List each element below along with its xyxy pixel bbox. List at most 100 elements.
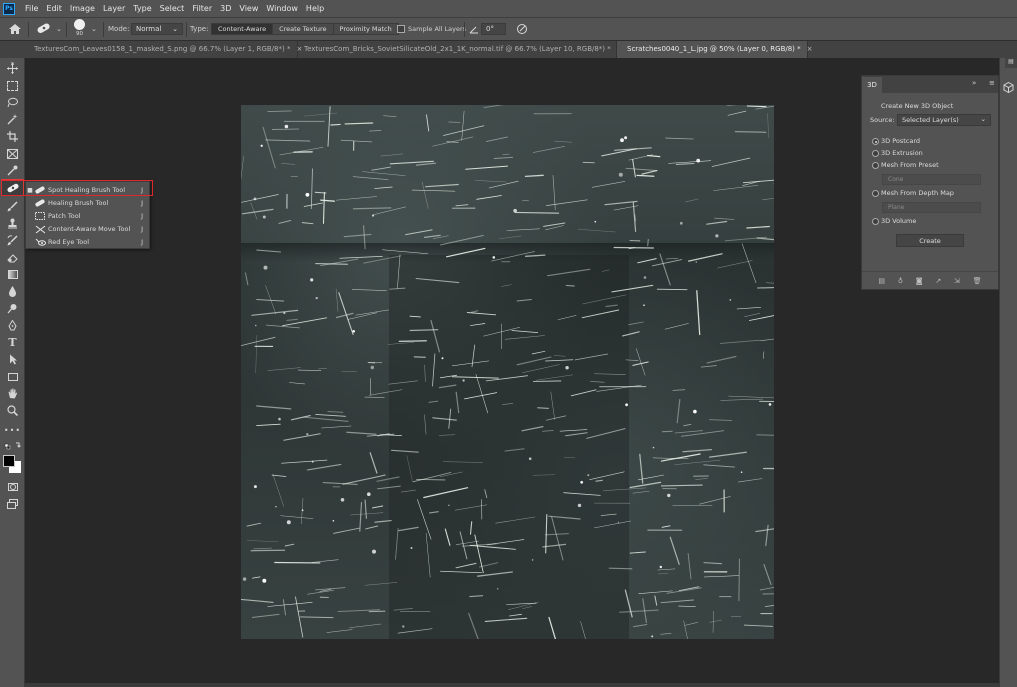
close-icon[interactable]: × <box>807 45 813 53</box>
shortcut-key: J <box>141 212 143 220</box>
eraser-tool-icon[interactable] <box>4 250 21 265</box>
menu-image[interactable]: Image <box>66 0 99 17</box>
eyedropper-tool-icon[interactable] <box>4 163 21 178</box>
panel-menu-icon[interactable]: ≡ <box>989 79 995 87</box>
pressure-size-icon[interactable] <box>516 18 528 40</box>
source-select[interactable]: Selected Layer(s) ⌄ <box>897 114 991 126</box>
camera-icon[interactable]: ◙ <box>916 277 923 285</box>
clone-stamp-tool-icon[interactable] <box>4 216 21 231</box>
depth-map-select: Plane <box>882 202 981 213</box>
quick-mask-icon[interactable] <box>4 479 21 494</box>
shortcut-key: J <box>141 199 143 207</box>
menu-3d[interactable]: 3D <box>216 0 235 17</box>
3d-panel: 3D » ≡ Create New 3D Object Source: Sele… <box>861 75 999 290</box>
menu-help[interactable]: Help <box>302 0 328 17</box>
red-eye-icon <box>34 238 46 247</box>
dodge-tool-icon[interactable] <box>4 301 21 316</box>
rectangle-tool-icon[interactable] <box>4 369 21 384</box>
angle-input[interactable]: 0° <box>481 23 506 35</box>
chevron-down-icon[interactable]: ⌄ <box>91 18 97 40</box>
frame-tool-icon[interactable] <box>4 146 21 161</box>
type-create-texture[interactable]: Create Texture <box>273 23 334 35</box>
collapse-panel-icon[interactable]: » <box>972 79 976 87</box>
spot-healing-brush-icon <box>36 22 52 36</box>
menu-window[interactable]: Window <box>262 0 302 17</box>
radio-3d-volume[interactable] <box>872 218 879 225</box>
tab-label: TexturesCom_Leaves0158_1_masked_S.png @ … <box>34 45 291 53</box>
create-button[interactable]: Create <box>896 234 964 247</box>
type-tool-icon[interactable]: T <box>4 335 21 350</box>
render-icon[interactable]: ↗ <box>935 277 941 285</box>
content-aware-move-icon <box>34 225 46 234</box>
chevron-down-icon: ⌄ <box>56 25 62 33</box>
zoom-tool-icon[interactable] <box>4 403 21 418</box>
mode-select[interactable]: Normal ⌄ <box>131 23 183 35</box>
crop-tool-icon[interactable] <box>4 129 21 144</box>
scene-icon[interactable]: ▤ <box>878 277 885 285</box>
move-tool-icon[interactable] <box>4 61 21 76</box>
shortcut-key: J <box>141 225 143 233</box>
menu-filter[interactable]: Filter <box>188 0 216 17</box>
radio-3d-postcard[interactable] <box>872 138 879 145</box>
chevron-down-icon: ⌄ <box>980 115 986 123</box>
flyout-item-label: Red Eye Tool <box>48 238 90 246</box>
marquee-tool-icon[interactable] <box>4 78 21 93</box>
radio-3d-extrusion[interactable] <box>872 150 879 157</box>
healing-brush-icon <box>34 199 46 208</box>
flyout-item-healing-brush[interactable]: Healing Brush Tool J <box>26 197 149 209</box>
menu-bar: Ps File Edit Image Layer Type Select Fil… <box>0 0 1017 17</box>
type-content-aware[interactable]: Content-Aware <box>211 23 274 35</box>
foreground-color-swatch[interactable] <box>3 455 15 467</box>
menu-select[interactable]: Select <box>156 0 189 17</box>
type-label: Type: <box>190 25 209 33</box>
option-3d-postcard: 3D Postcard <box>881 137 921 145</box>
menu-file[interactable]: File <box>21 0 42 17</box>
tool-preset-picker[interactable]: ⌄ <box>36 18 62 40</box>
swap-colors-icon[interactable] <box>4 441 21 451</box>
mode-value: Normal <box>136 25 162 33</box>
history-brush-tool-icon[interactable] <box>4 233 21 248</box>
properties-panel-icon[interactable]: ▤ <box>1005 58 1017 68</box>
type-proximity-match[interactable]: Proximity Match <box>333 23 399 35</box>
lasso-tool-icon[interactable] <box>4 95 21 110</box>
new-object-icon[interactable]: ⇲ <box>954 277 960 285</box>
hand-tool-icon[interactable] <box>4 386 21 401</box>
flyout-item-label: Healing Brush Tool <box>48 199 109 207</box>
gradient-tool-icon[interactable] <box>4 267 21 282</box>
menu-view[interactable]: View <box>235 0 262 17</box>
3d-panel-icon[interactable] <box>1003 81 1014 95</box>
sample-all-layers-checkbox[interactable] <box>397 25 405 33</box>
tab-bricks[interactable]: TexturesCom_Bricks_SovietSilicateOld_2x1… <box>298 41 623 58</box>
selected-tool-highlight <box>1 180 153 196</box>
radio-mesh-from-depth-map[interactable] <box>872 190 879 197</box>
more-tools-icon[interactable]: ••• <box>4 423 21 438</box>
flyout-item-label: Content-Aware Move Tool <box>48 225 131 233</box>
menu-edit[interactable]: Edit <box>42 0 66 17</box>
flyout-item-patch[interactable]: Patch Tool J <box>26 210 149 222</box>
light-icon[interactable]: ♁ <box>898 277 903 285</box>
angle-icon <box>469 18 479 40</box>
blur-tool-icon[interactable] <box>4 284 21 299</box>
tab-scratches[interactable]: Scratches0040_1_L.jpg @ 50% (Layer 0, RG… <box>617 41 813 58</box>
tab-3d[interactable]: 3D <box>862 77 882 93</box>
flyout-item-content-aware-move[interactable]: Content-Aware Move Tool J <box>26 223 149 235</box>
trash-icon[interactable]: 🗑 <box>973 277 982 285</box>
menu-type[interactable]: Type <box>129 0 155 17</box>
options-bar: ⌄ 90 ⌄ Mode: Normal ⌄ Type: Content-Awar… <box>0 17 1017 41</box>
right-dock: « <box>999 58 1017 687</box>
home-icon[interactable] <box>8 18 22 40</box>
menu-layer[interactable]: Layer <box>99 0 129 17</box>
screen-mode-icon[interactable] <box>4 496 21 511</box>
path-selection-tool-icon[interactable] <box>4 352 21 367</box>
tab-leaves[interactable]: TexturesCom_Leaves0158_1_masked_S.png @ … <box>0 41 302 58</box>
mode-label: Mode: <box>108 25 130 33</box>
magic-wand-tool-icon[interactable] <box>4 112 21 127</box>
flyout-item-red-eye[interactable]: Red Eye Tool J <box>26 236 149 248</box>
brush-picker[interactable]: 90 <box>74 17 85 39</box>
pen-tool-icon[interactable] <box>4 318 21 333</box>
chevron-down-icon: ⌄ <box>172 25 178 33</box>
document-canvas[interactable] <box>241 105 774 639</box>
radio-mesh-from-preset[interactable] <box>872 162 879 169</box>
brush-tool-icon[interactable] <box>4 199 21 214</box>
depth-value: Plane <box>888 204 905 211</box>
